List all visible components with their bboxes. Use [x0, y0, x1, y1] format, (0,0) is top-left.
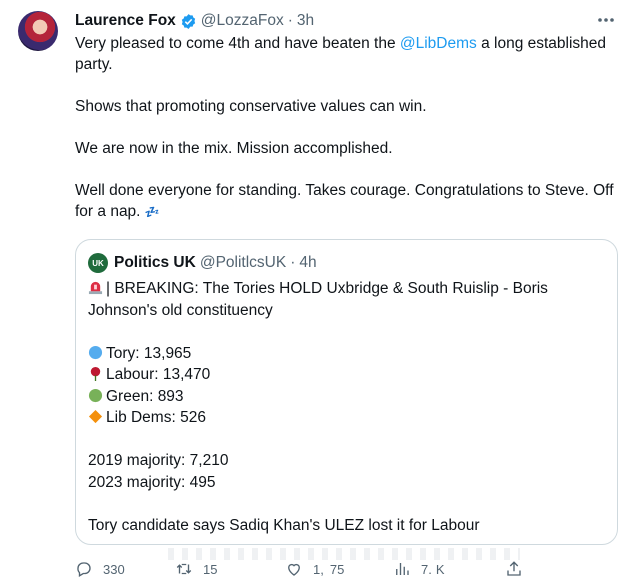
result-tory: Tory: 13,965	[88, 343, 608, 365]
quoted-tweet-text: | BREAKING: The Tories HOLD Uxbridge & S…	[88, 278, 608, 536]
majority-2023: 2023 majority: 495	[88, 473, 216, 491]
separator-dot: ·	[287, 12, 293, 29]
green-circle-icon	[88, 388, 103, 402]
timestamp[interactable]: 3h	[297, 12, 314, 30]
majority-2019: 2019 majority: 7,210	[88, 452, 229, 469]
tweet-actions: 330 15 1, 75 7. K	[75, 560, 625, 582]
text-segment: Very pleased to come 4th and have beaten…	[75, 35, 400, 52]
views-button[interactable]: 7. K	[393, 560, 445, 578]
like-count: 1,	[313, 561, 324, 577]
author-handle[interactable]: @LozzaFox	[201, 12, 284, 30]
result-text: Lib Dems: 526	[106, 409, 206, 426]
result-libdem: Lib Dems: 526	[88, 407, 608, 429]
zzz-emoji: 💤	[144, 205, 160, 219]
tweet-card[interactable]: Laurence Fox @LozzaFox · 3h Very pleased…	[0, 0, 634, 586]
tweet-paragraph-2: Shows that promoting conservative values…	[75, 98, 427, 115]
quoted-author-name[interactable]: Politics UK	[114, 254, 196, 272]
verified-badge-icon	[181, 13, 195, 29]
views-count: 7.	[421, 561, 432, 577]
headline-text: | BREAKING: The Tories HOLD Uxbridge & S…	[88, 280, 548, 319]
quoted-timestamp: 4h	[299, 254, 317, 271]
share-button[interactable]	[505, 560, 533, 578]
compression-artifact	[160, 548, 520, 560]
like-count-suffix: 75	[329, 561, 345, 577]
result-labour: Labour: 13,470	[88, 364, 608, 386]
quoted-tweet-header: UK Politics UK @PolitlcsUK · 4h	[88, 253, 317, 273]
reply-button[interactable]: 330	[75, 560, 125, 578]
share-icon	[507, 561, 521, 576]
quoted-tweet[interactable]: UK Politics UK @PolitlcsUK · 4h | BREAKI…	[75, 239, 618, 545]
quoted-footer-line: Tory candidate says Sadiq Khan's ULEZ lo…	[88, 516, 480, 534]
mention-link[interactable]: @LibDems	[400, 35, 477, 52]
author-name[interactable]: Laurence Fox	[75, 12, 176, 30]
blue-circle-icon	[88, 345, 103, 359]
views-chart-icon	[396, 563, 409, 575]
views-count-suffix: K	[435, 561, 445, 577]
police-light-icon	[88, 281, 103, 295]
result-text: Green: 893	[106, 387, 184, 405]
like-button[interactable]: 1, 75	[285, 560, 344, 578]
tweet-paragraph-3: We are now in the mix. Mission accomplis…	[75, 140, 393, 157]
retweet-icon	[176, 563, 192, 575]
quoted-avatar[interactable]: UK	[88, 253, 108, 273]
more-horizontal-icon[interactable]	[596, 12, 616, 28]
tweet-paragraph-1: Very pleased to come 4th and have beaten…	[75, 33, 620, 75]
orange-diamond-icon	[88, 409, 103, 424]
retweet-count: 15	[203, 561, 218, 577]
reply-count: 330	[103, 561, 125, 577]
tweet-header: Laurence Fox @LozzaFox · 3h	[75, 11, 314, 31]
headline: | BREAKING: The Tories HOLD Uxbridge & S…	[88, 278, 608, 321]
reply-icon	[77, 562, 91, 577]
tweet-text: Very pleased to come 4th and have beaten…	[75, 33, 620, 223]
heart-icon	[288, 563, 300, 576]
red-rose-icon	[90, 366, 101, 381]
result-text: Tory: 13,965	[106, 344, 192, 362]
retweet-button[interactable]: 15	[175, 560, 217, 578]
tweet-paragraph-4: Well done everyone for standing. Takes c…	[75, 180, 620, 223]
quoted-author-handle[interactable]: @PolitlcsUK	[200, 254, 286, 272]
result-green: Green: 893	[88, 386, 608, 408]
result-text: Labour: 13,470	[106, 366, 211, 383]
avatar[interactable]	[18, 11, 58, 51]
separator-dot: ·	[290, 254, 296, 271]
